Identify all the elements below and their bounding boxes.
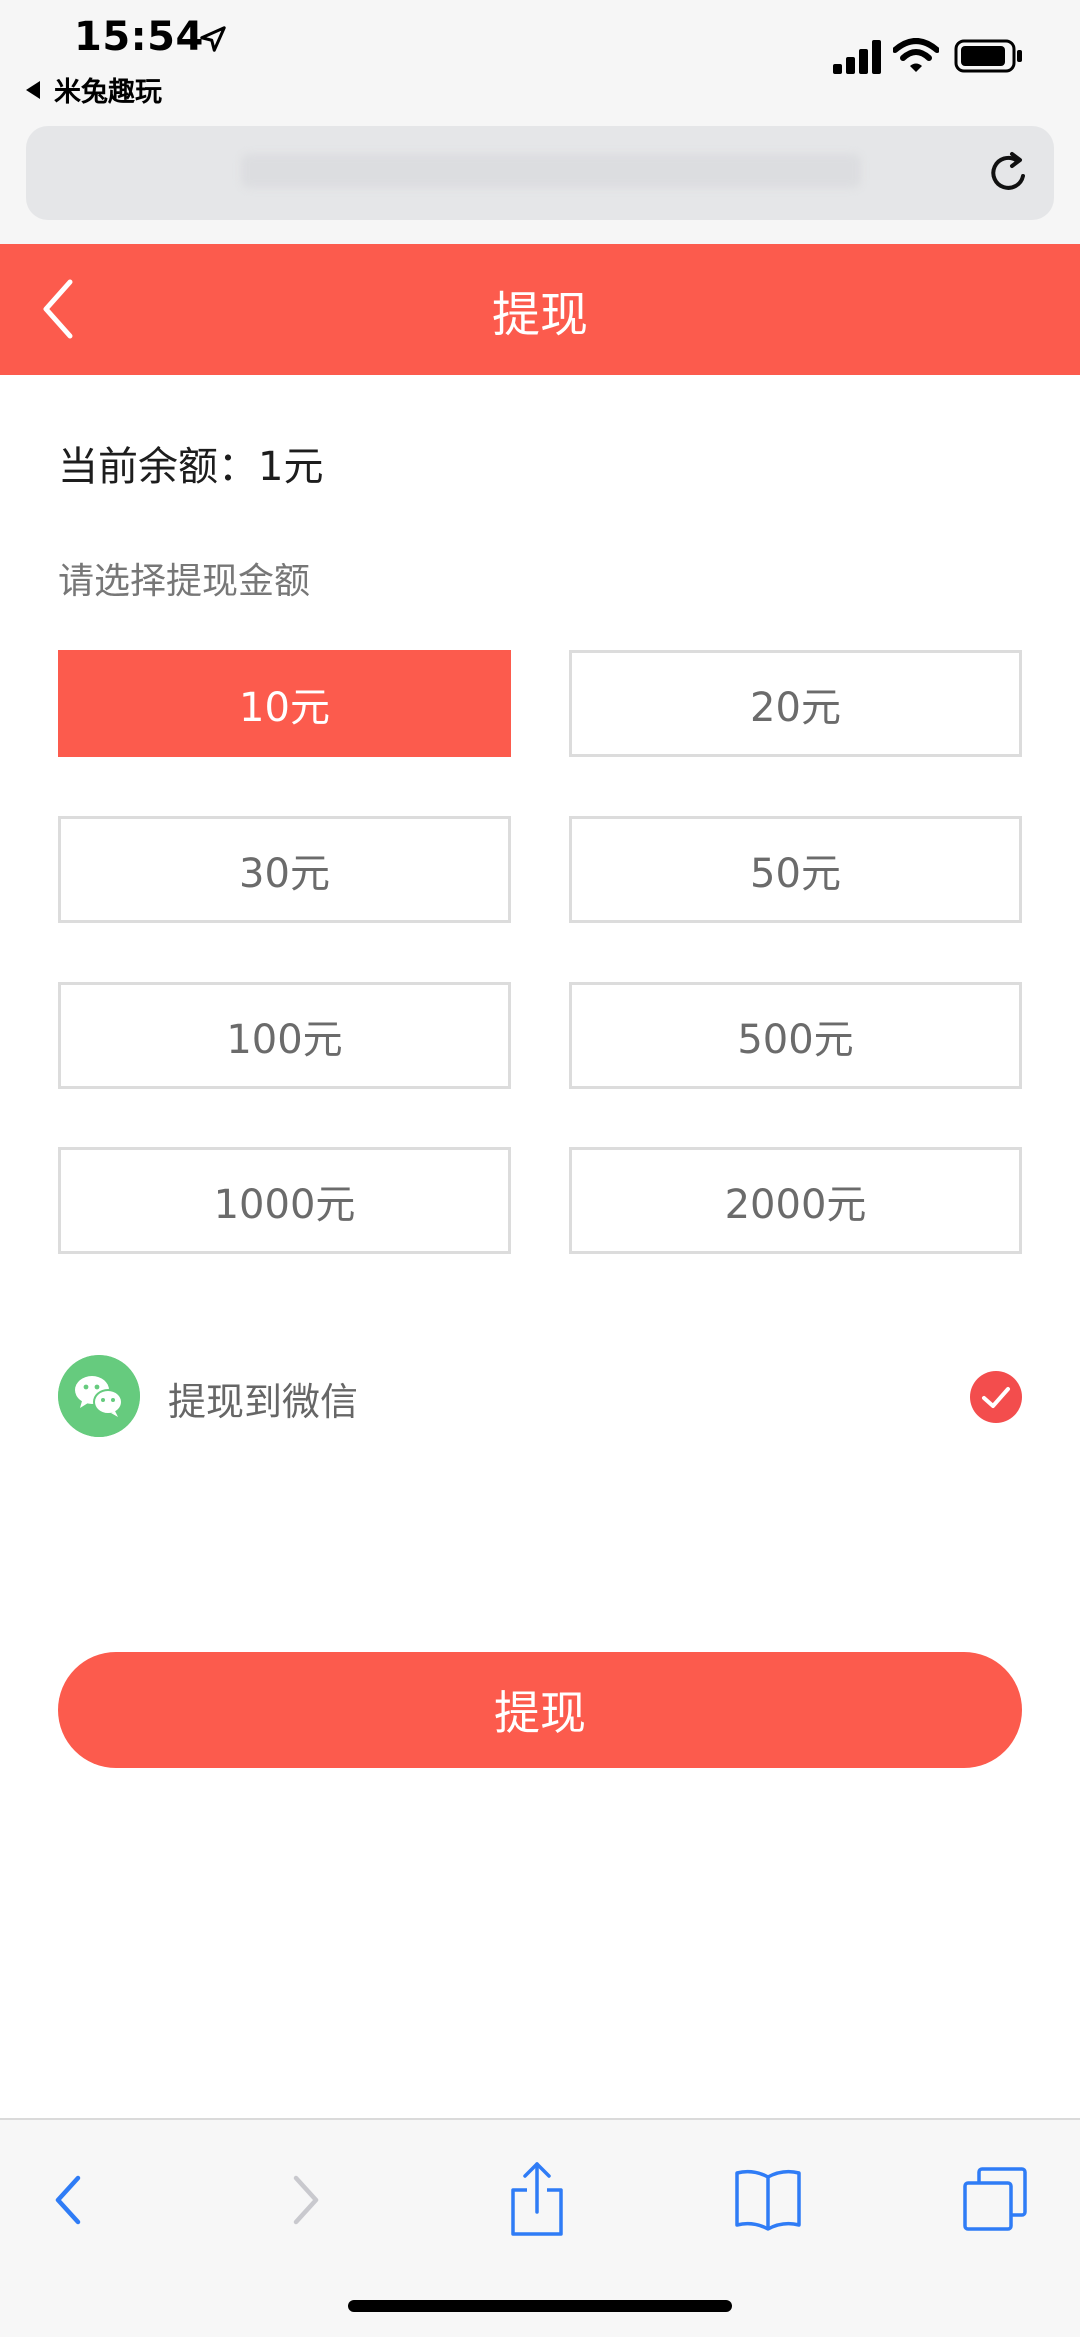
share-icon bbox=[511, 2162, 563, 2236]
select-amount-label: 请选择提现金额 bbox=[58, 561, 311, 602]
reload-icon[interactable] bbox=[986, 150, 1032, 196]
page-title: 提现 bbox=[491, 286, 588, 343]
status-bar: 15:54 米兔趣玩 bbox=[0, 0, 1080, 118]
tabs-icon bbox=[963, 2167, 1027, 2231]
withdraw-to-wechat-row[interactable]: 提现到微信 bbox=[58, 1355, 1022, 1437]
url-text-blurred bbox=[241, 154, 861, 188]
forward-button[interactable] bbox=[266, 2160, 346, 2240]
cellular-signal-icon bbox=[833, 40, 881, 74]
wifi-icon bbox=[893, 38, 939, 72]
amount-option-500[interactable]: 500元 bbox=[569, 982, 1022, 1089]
amount-option-30[interactable]: 30元 bbox=[58, 816, 511, 923]
back-to-app-label: 米兔趣玩 bbox=[54, 77, 162, 108]
status-time: 15:54 bbox=[74, 14, 204, 60]
back-to-app-link[interactable]: 米兔趣玩 bbox=[26, 70, 162, 109]
amount-option-100[interactable]: 100元 bbox=[58, 982, 511, 1089]
back-button[interactable] bbox=[28, 2160, 108, 2240]
amount-option-20[interactable]: 20元 bbox=[569, 650, 1022, 757]
amount-option-10[interactable]: 10元 bbox=[58, 650, 511, 757]
current-balance: 当前余额：1元 bbox=[58, 444, 324, 490]
home-indicator[interactable] bbox=[348, 2300, 732, 2312]
checkmark-selected-icon[interactable] bbox=[970, 1371, 1022, 1423]
amount-option-2000[interactable]: 2000元 bbox=[569, 1147, 1022, 1254]
wechat-label: 提现到微信 bbox=[168, 1380, 359, 1424]
url-field[interactable] bbox=[26, 126, 1054, 220]
back-chevron-icon[interactable] bbox=[36, 274, 86, 344]
battery-icon bbox=[954, 39, 1022, 73]
app-header: 提现 bbox=[0, 244, 1080, 375]
location-arrow-icon bbox=[200, 26, 226, 52]
amount-option-50[interactable]: 50元 bbox=[569, 816, 1022, 923]
bookmarks-button[interactable] bbox=[728, 2160, 808, 2240]
browser-address-bar bbox=[0, 118, 1080, 244]
amount-option-1000[interactable]: 1000元 bbox=[58, 1147, 511, 1254]
withdraw-button[interactable]: 提现 bbox=[58, 1652, 1022, 1768]
back-triangle-icon bbox=[26, 80, 40, 99]
forward-icon bbox=[293, 2175, 319, 2225]
tabs-button[interactable] bbox=[956, 2160, 1036, 2240]
amount-grid: 10元 20元 30元 50元 100元 500元 1000元 2000元 bbox=[58, 650, 1022, 1254]
wechat-icon bbox=[58, 1355, 140, 1437]
share-button[interactable] bbox=[497, 2160, 577, 2240]
back-icon bbox=[55, 2175, 81, 2225]
bookmarks-icon bbox=[735, 2169, 801, 2231]
